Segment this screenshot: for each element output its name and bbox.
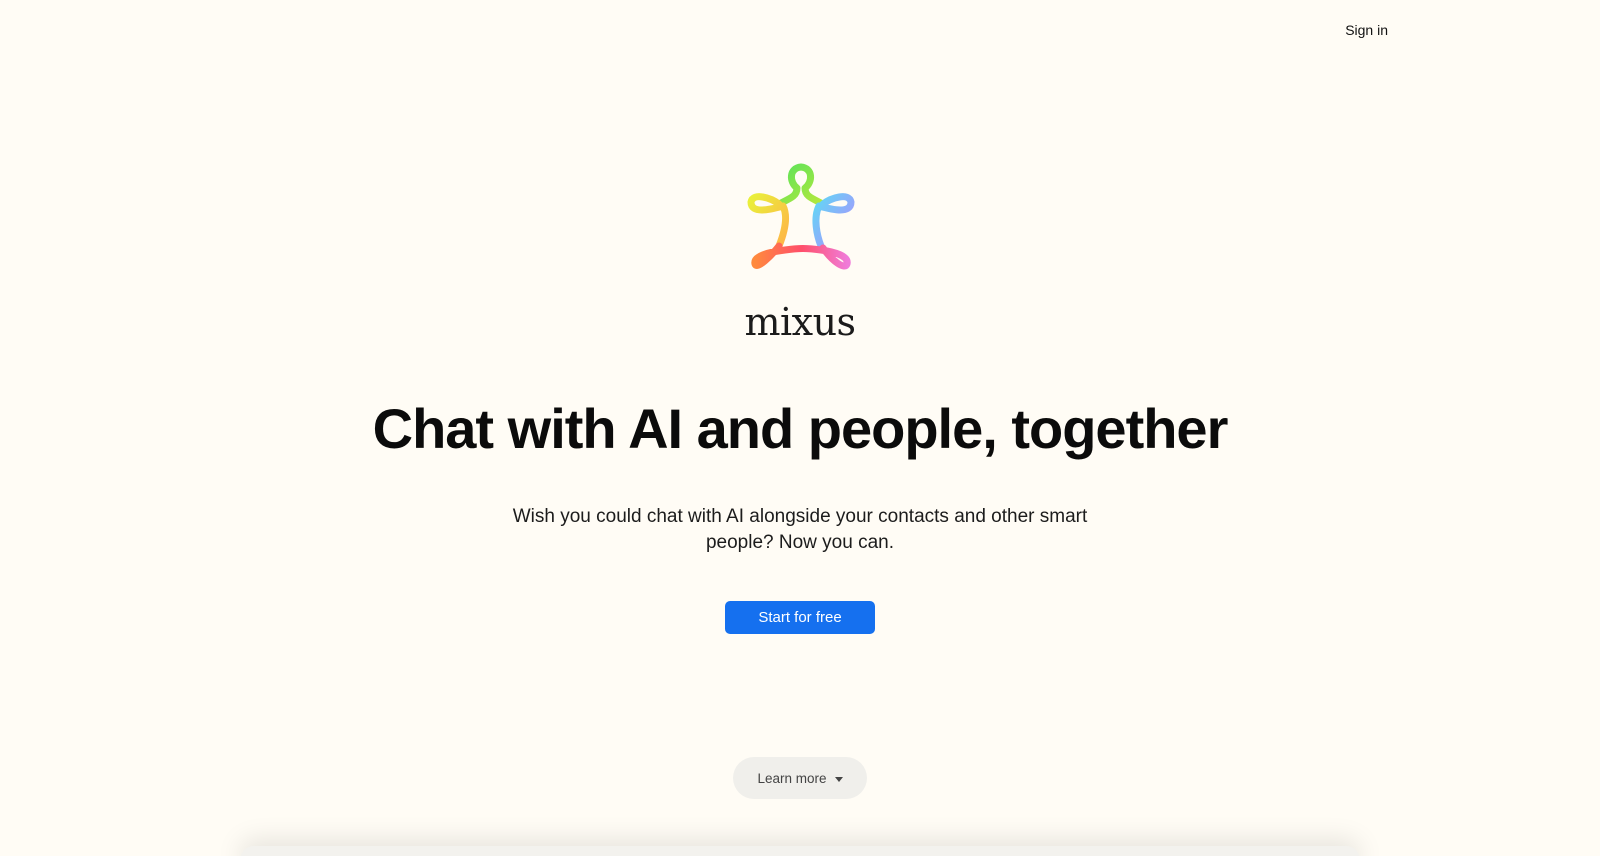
product-preview-panel (240, 846, 1360, 856)
chevron-down-icon (834, 776, 843, 782)
mixus-logo-icon (747, 163, 855, 270)
learn-more-button[interactable]: Learn more (733, 757, 867, 799)
start-for-free-button[interactable]: Start for free (725, 601, 875, 634)
hero-headline: Chat with AI and people, together (372, 397, 1229, 460)
brand-wordmark: mixus (744, 300, 856, 344)
landing-page: Sign in mixus Chat with AI and people, t… (0, 0, 1600, 856)
learn-more-label: Learn more (757, 770, 827, 786)
sign-in-link[interactable]: Sign in (1339, 18, 1394, 42)
hero-subtitle: Wish you could chat with AI alongside yo… (512, 506, 1088, 553)
